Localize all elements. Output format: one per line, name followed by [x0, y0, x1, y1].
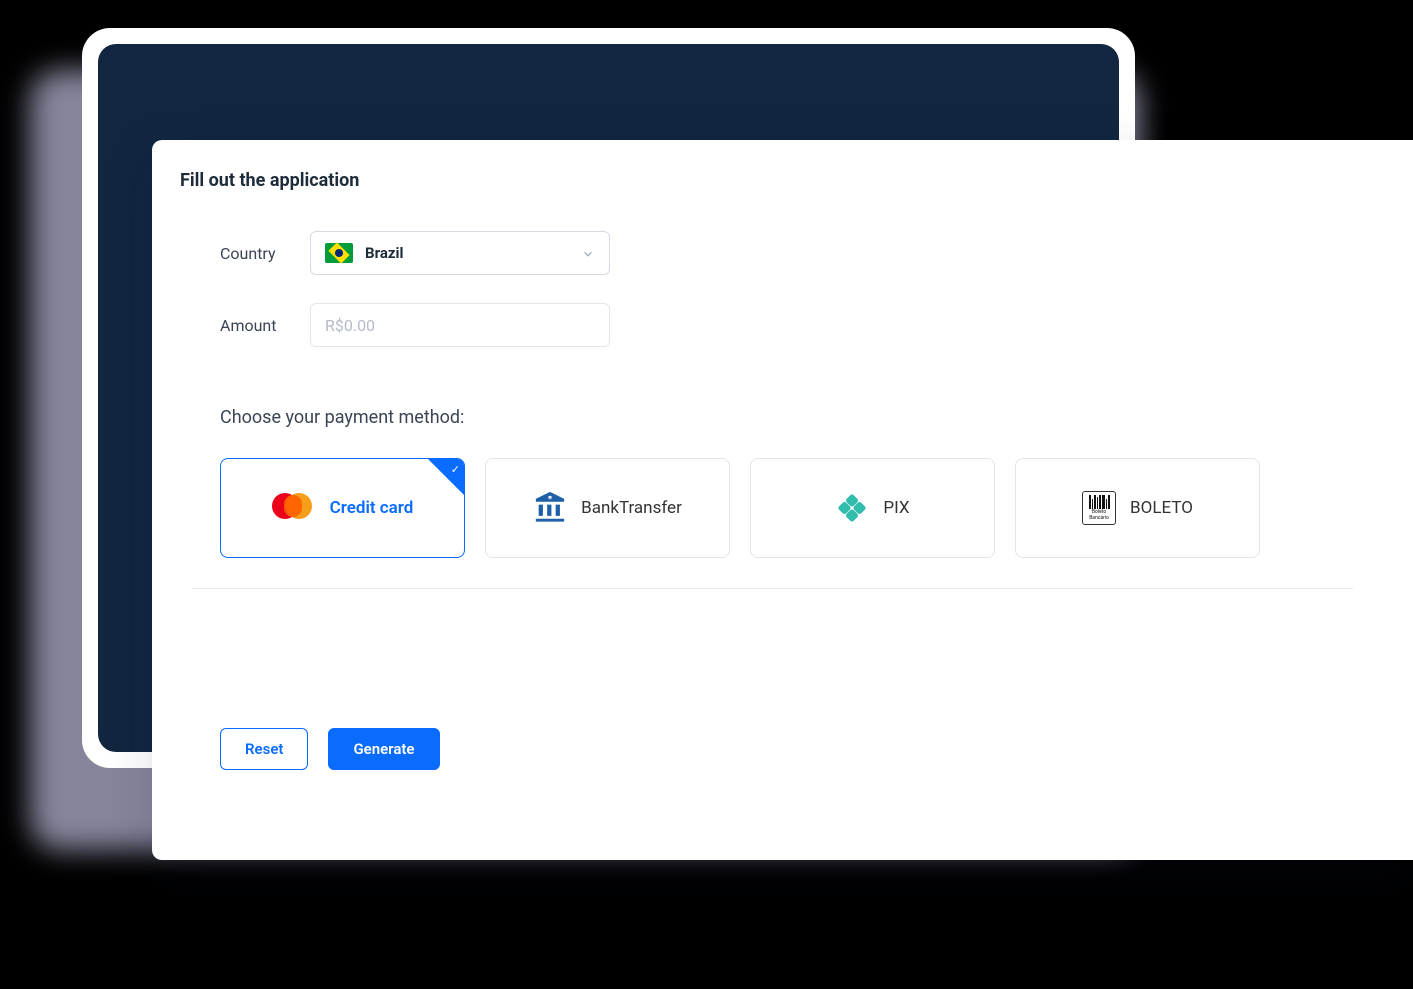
generate-button[interactable]: Generate	[328, 728, 439, 770]
pix-icon	[835, 491, 869, 525]
chevron-down-icon	[581, 246, 595, 260]
section-divider	[192, 588, 1353, 589]
form-body: Country Brazil Amount Choose your paymen…	[180, 231, 1413, 589]
country-select[interactable]: Brazil	[310, 231, 610, 275]
payment-method-label: BOLETO	[1130, 498, 1193, 518]
amount-label: Amount	[220, 316, 310, 335]
boleto-icon-text-2: Bancário	[1089, 516, 1109, 521]
reset-button[interactable]: Reset	[220, 728, 308, 770]
brazil-flag-icon	[325, 243, 353, 263]
payment-method-credit-card[interactable]: ✓ Credit card	[220, 458, 465, 558]
country-label: Country	[220, 244, 310, 263]
payment-method-bank-transfer[interactable]: $ BankTransfer	[485, 458, 730, 558]
form-actions: Reset Generate	[220, 728, 440, 770]
bank-icon: $	[533, 489, 567, 527]
boleto-icon: Boleto Bancário	[1082, 491, 1116, 525]
country-select-value-wrap: Brazil	[325, 243, 403, 263]
application-form-card: Fill out the application Country Brazil …	[152, 140, 1413, 860]
mastercard-icon	[272, 493, 316, 523]
country-row: Country Brazil	[220, 231, 1353, 275]
form-title: Fill out the application	[180, 170, 1413, 191]
payment-method-label: BankTransfer	[581, 498, 682, 518]
payment-method-label: PIX	[883, 498, 909, 518]
amount-input[interactable]	[310, 303, 610, 347]
payment-method-pix[interactable]: PIX	[750, 458, 995, 558]
payment-methods-list: ✓ Credit card $ BankTransfer PIX	[220, 458, 1353, 558]
check-icon: ✓	[451, 463, 460, 476]
country-value: Brazil	[365, 244, 403, 262]
payment-method-label: Credit card	[330, 498, 414, 518]
payment-method-boleto[interactable]: Boleto Bancário BOLETO	[1015, 458, 1260, 558]
amount-row: Amount	[220, 303, 1353, 347]
payment-method-heading: Choose your payment method:	[220, 407, 1353, 428]
